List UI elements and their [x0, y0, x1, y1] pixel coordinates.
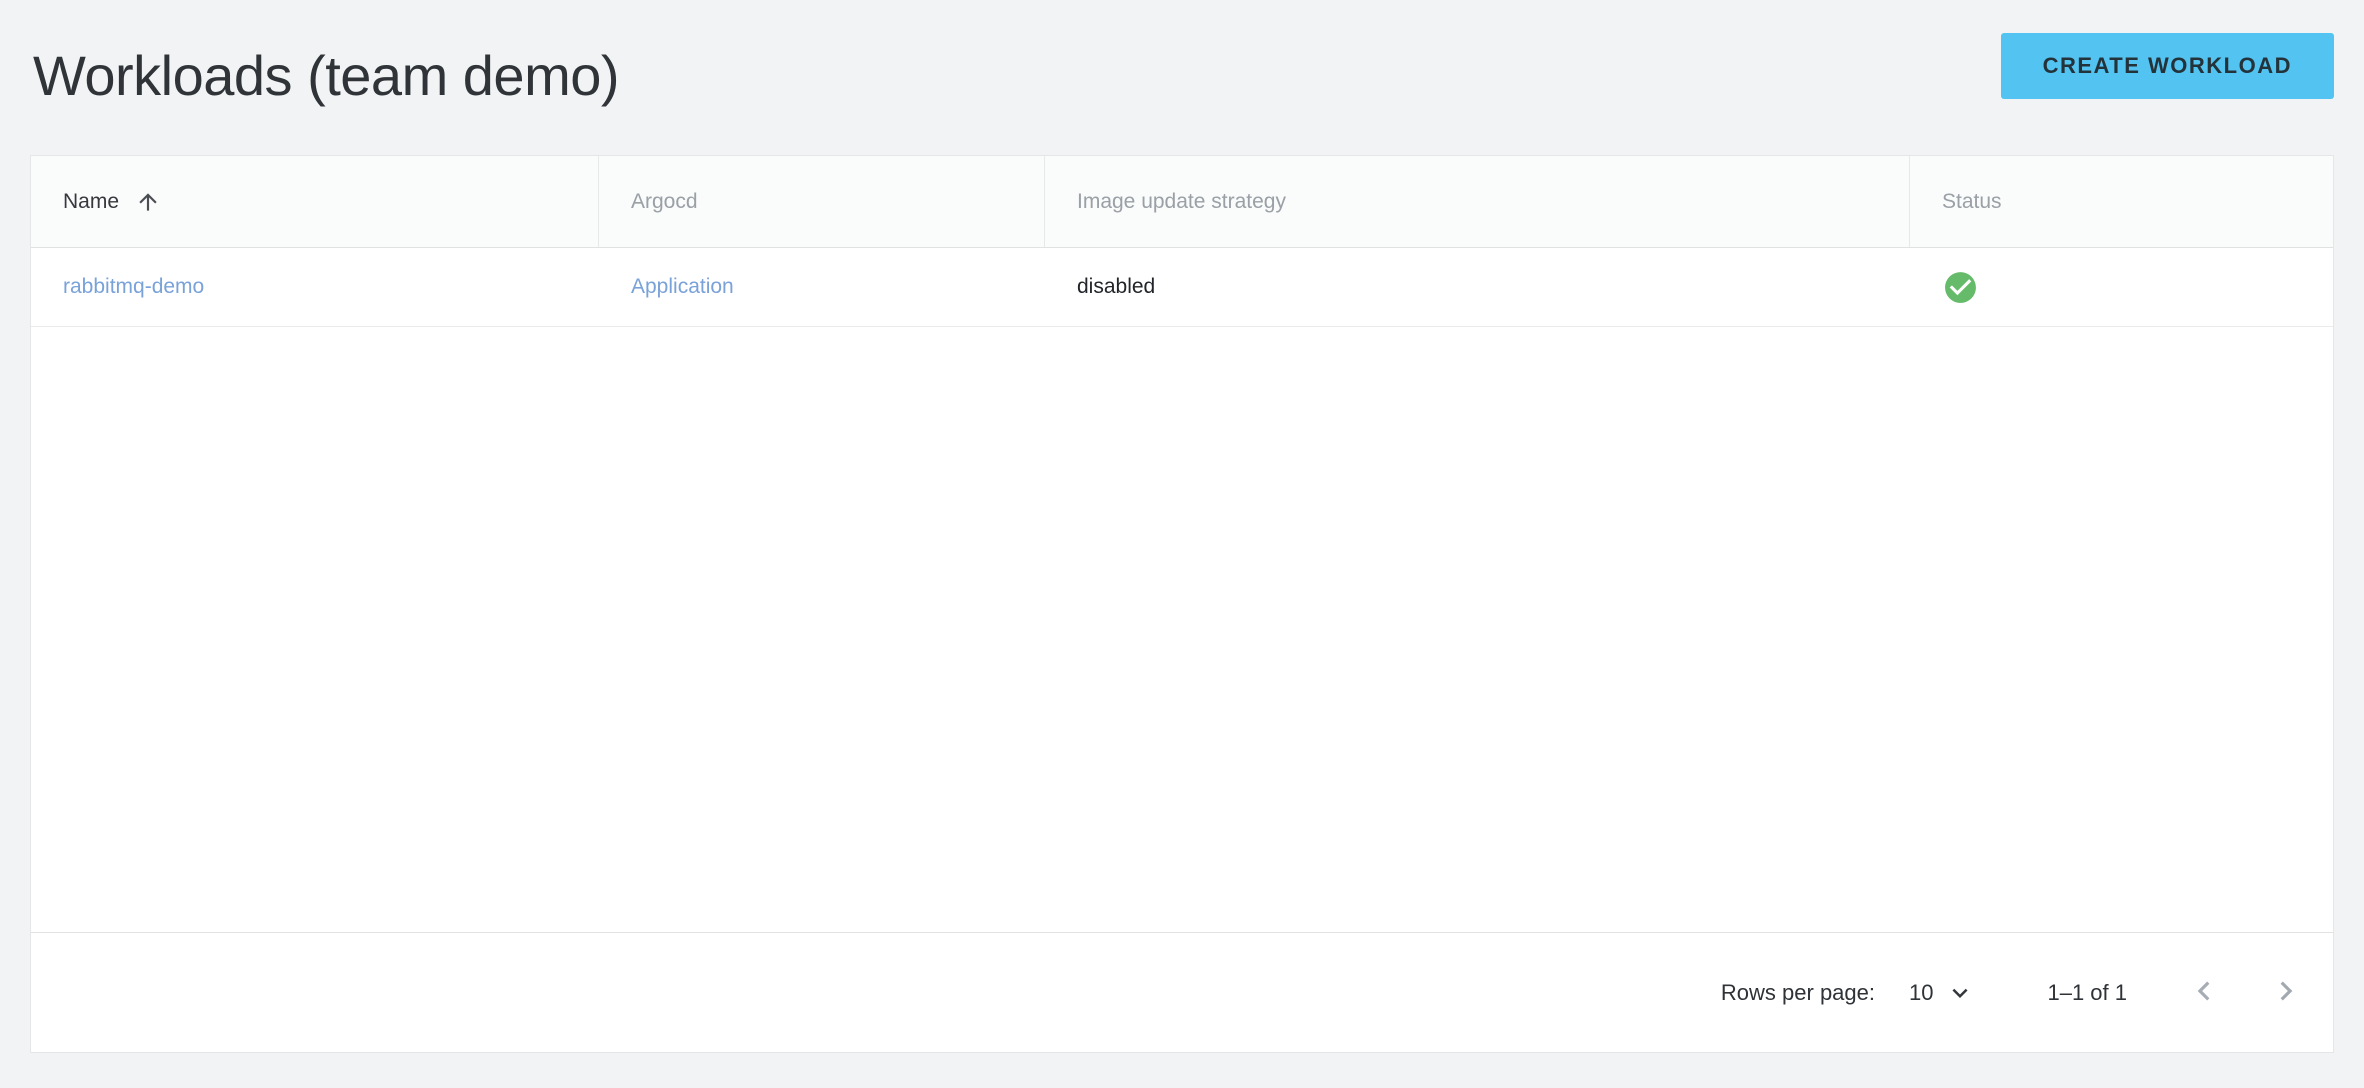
table-row: rabbitmq-demo Application disabled: [31, 248, 2333, 327]
image-update-strategy-value: disabled: [1077, 275, 1155, 299]
cell-name: rabbitmq-demo: [31, 248, 599, 326]
cell-argocd: Application: [599, 248, 1045, 326]
column-header-image-update-strategy-label: Image update strategy: [1077, 190, 1286, 214]
table-header-row: Name Argocd Image update strategy Status: [31, 156, 2333, 248]
column-header-name-label: Name: [63, 190, 119, 214]
workload-name-link[interactable]: rabbitmq-demo: [63, 275, 204, 299]
rows-per-page-value: 10: [1909, 980, 1933, 1006]
column-header-image-update-strategy: Image update strategy: [1045, 156, 1910, 247]
sort-ascending-arrow-icon: [135, 189, 161, 215]
rows-per-page-label: Rows per page:: [1721, 980, 1875, 1006]
chevron-right-icon: [2267, 972, 2305, 1013]
column-header-argocd-label: Argocd: [631, 190, 698, 214]
top-bar: Workloads (team demo) CREATE WORKLOAD: [0, 0, 2364, 155]
status-check-circle-icon: [1942, 269, 1979, 306]
next-page-button[interactable]: [2267, 974, 2305, 1012]
create-workload-button[interactable]: CREATE WORKLOAD: [2001, 33, 2334, 99]
pagination-range-label: 1–1 of 1: [2047, 980, 2127, 1006]
argocd-application-link[interactable]: Application: [631, 275, 734, 299]
column-header-argocd: Argocd: [599, 156, 1045, 247]
chevron-down-icon: [1945, 978, 1975, 1008]
column-header-status-label: Status: [1942, 190, 2002, 214]
cell-status: [1910, 248, 2333, 326]
table-empty-area: [31, 327, 2333, 932]
previous-page-button[interactable]: [2185, 974, 2223, 1012]
page-title: Workloads (team demo): [33, 36, 619, 116]
rows-per-page-select[interactable]: 10: [1909, 978, 1975, 1008]
chevron-left-icon: [2185, 972, 2223, 1013]
column-header-name[interactable]: Name: [31, 156, 599, 247]
table-pagination: Rows per page: 10 1–1 of 1: [31, 932, 2333, 1052]
column-header-status: Status: [1910, 156, 2333, 247]
workloads-table: Name Argocd Image update strategy Status…: [30, 155, 2334, 1053]
cell-image-update-strategy: disabled: [1045, 248, 1910, 326]
